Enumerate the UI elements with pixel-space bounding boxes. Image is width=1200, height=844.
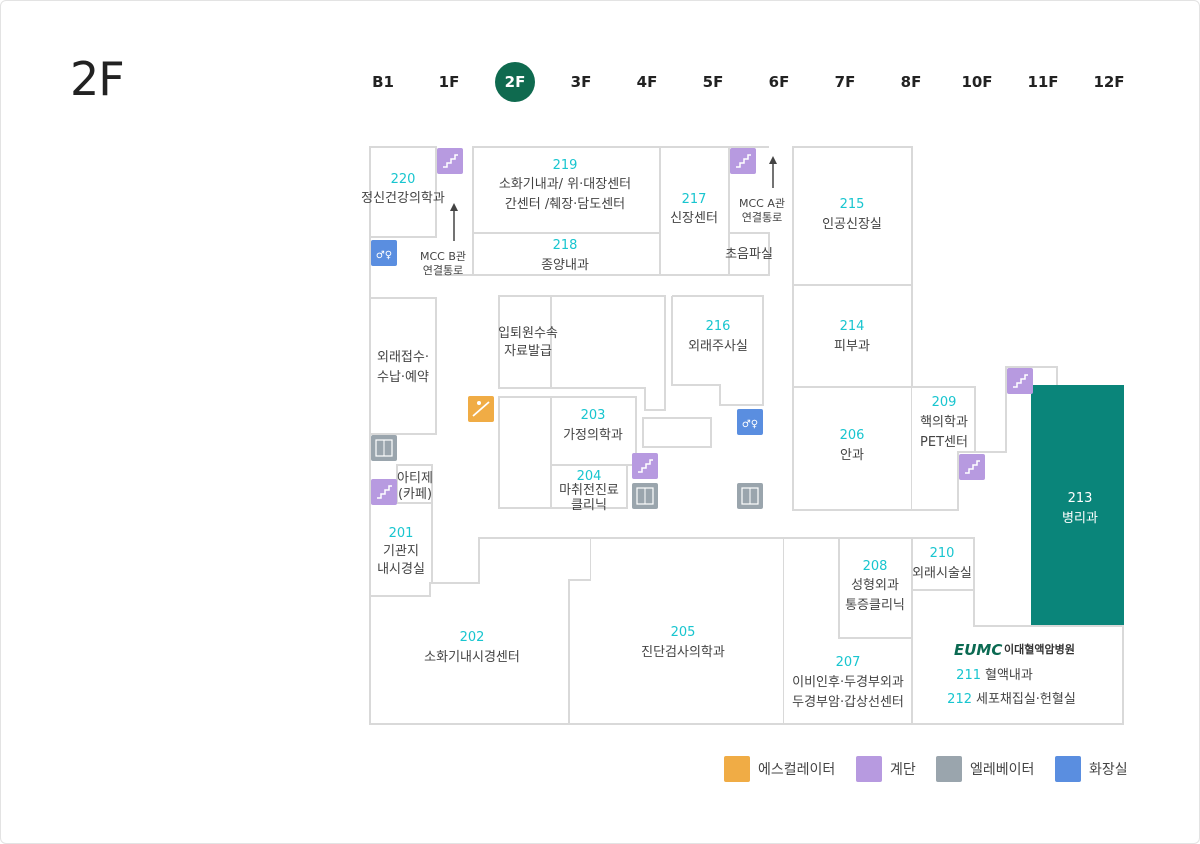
stairs-icon — [632, 453, 658, 479]
room-201-name: 기관지 — [383, 544, 419, 559]
stairs-icon — [856, 756, 882, 782]
room-201-name: 내시경실 — [377, 562, 425, 577]
room-207-number: 207 — [836, 655, 861, 670]
room-208-name: 통증클리닉 — [845, 598, 905, 613]
legend-label: 화장실 — [1089, 762, 1128, 778]
room-210-number: 210 — [930, 546, 955, 561]
mcc-a-label: 연결통로 — [742, 211, 782, 224]
room-214-number: 214 — [840, 319, 865, 334]
room-208-name: 성형외과 — [851, 578, 899, 593]
room-202-name: 소화기내시경센터 — [424, 650, 520, 665]
atelier-name: 아티제 — [397, 471, 433, 486]
stairs-icon — [371, 479, 397, 505]
elevator-icon — [936, 756, 962, 782]
mcc-a-label: MCC A관 — [739, 197, 785, 210]
room-205-name: 진단검사의학과 — [641, 645, 725, 660]
stairs-icon — [437, 148, 463, 174]
room-205-number: 205 — [671, 625, 696, 640]
legend-label: 에스컬레이터 — [758, 762, 836, 778]
restroom-icon: ♂♀ — [371, 240, 397, 266]
reception-name: 수납·예약 — [377, 370, 429, 385]
room-214[interactable] — [792, 284, 913, 388]
room-203-number: 203 — [581, 408, 606, 423]
room-214-name: 피부과 — [834, 339, 870, 354]
room-203-name: 가정의학과 — [563, 428, 623, 443]
room-217-number: 217 — [682, 192, 707, 207]
svg-text:♂♀: ♂♀ — [742, 419, 758, 430]
room-201-number: 201 — [389, 526, 414, 541]
room-219-number: 219 — [553, 158, 578, 173]
room-219-name: 간센터 /췌장·담도센터 — [505, 197, 625, 212]
arrow-up-icon — [450, 203, 458, 211]
room-202-number: 202 — [460, 630, 485, 645]
room-209-name: 핵의학과 — [920, 415, 968, 430]
room-217-name: 신장센터 — [670, 211, 718, 226]
room-213-number: 213 — [1068, 491, 1093, 506]
elevator-icon — [632, 483, 658, 509]
room-208-number: 208 — [863, 559, 888, 574]
room-reception[interactable] — [369, 297, 437, 435]
legend-elevator: 엘레베이터 — [936, 756, 1034, 782]
legend-label: 엘레베이터 — [970, 762, 1035, 778]
eumc-logo: EUMC — [954, 641, 1002, 659]
room-204-number: 204 — [577, 469, 602, 484]
restroom-icon: ♂♀ — [737, 409, 763, 435]
room-220-number: 220 — [391, 172, 416, 187]
floor-plan: ♂♀ ♂♀ 220 정신건강의학과 219 소화기내과/ 위·대장센터 간센터 … — [361, 146, 1124, 725]
room-220-name: 정신건강의학과 — [361, 191, 445, 206]
legend-restroom: 화장실 — [1055, 756, 1128, 782]
room-204-name: 클리닉 — [571, 498, 607, 513]
room-215[interactable] — [792, 146, 913, 286]
elevator-icon — [737, 483, 763, 509]
reception-name: 외래접수· — [377, 350, 429, 365]
stairs-icon — [1007, 368, 1033, 394]
room-215-name: 인공신장실 — [822, 217, 882, 232]
admission-name: 자료발급 — [504, 344, 552, 359]
arrow-up-icon — [769, 156, 777, 164]
legend-label: 계단 — [890, 762, 916, 778]
room-209-number: 209 — [932, 395, 957, 410]
room-210-name: 외래시술실 — [912, 566, 972, 581]
room-216-name: 외래주사실 — [688, 339, 748, 354]
admission-name: 입퇴원수속 — [498, 326, 558, 341]
stairs-icon — [959, 454, 985, 480]
restroom-icon — [1055, 756, 1081, 782]
room-admission[interactable] — [498, 295, 552, 389]
escalator-icon — [468, 396, 494, 422]
mcc-b-label: 연결통로 — [423, 264, 463, 277]
atelier-name: (카페) — [398, 487, 432, 502]
ultrasound-name: 초음파실 — [725, 247, 773, 262]
room-213-name: 병리과 — [1062, 511, 1098, 526]
room-209-name: PET센터 — [920, 435, 968, 450]
room-213[interactable] — [1031, 385, 1124, 627]
room-206-number: 206 — [840, 428, 865, 443]
room-216-number: 216 — [706, 319, 731, 334]
room-207-name: 두경부암·갑상선센터 — [792, 695, 904, 710]
eumc-logo-sub: 이대혈액암병원 — [1004, 642, 1075, 656]
room-211-name: 혈액내과 — [985, 668, 1033, 683]
room-218-number: 218 — [553, 238, 578, 253]
legend-escalator: 에스컬레이터 — [724, 756, 835, 782]
legend-stairs: 계단 — [856, 756, 916, 782]
room-219-name: 소화기내과/ 위·대장센터 — [499, 177, 631, 192]
room-207-name: 이비인후·두경부외과 — [792, 675, 904, 690]
svg-text:♂♀: ♂♀ — [376, 250, 392, 261]
room-215-number: 215 — [840, 197, 865, 212]
mcc-b-label: MCC B관 — [420, 250, 466, 263]
elevator-icon — [371, 435, 397, 461]
room-212-name: 세포채집실·헌혈실 — [976, 692, 1076, 707]
room-211-number: 211 — [956, 668, 981, 683]
stairs-icon — [730, 148, 756, 174]
room-218-name: 종양내과 — [541, 258, 589, 273]
room-212-number: 212 — [947, 692, 972, 707]
escalator-icon — [724, 756, 750, 782]
room-204-name: 마취전진료 — [559, 483, 619, 498]
room-206-name: 안과 — [840, 448, 864, 463]
